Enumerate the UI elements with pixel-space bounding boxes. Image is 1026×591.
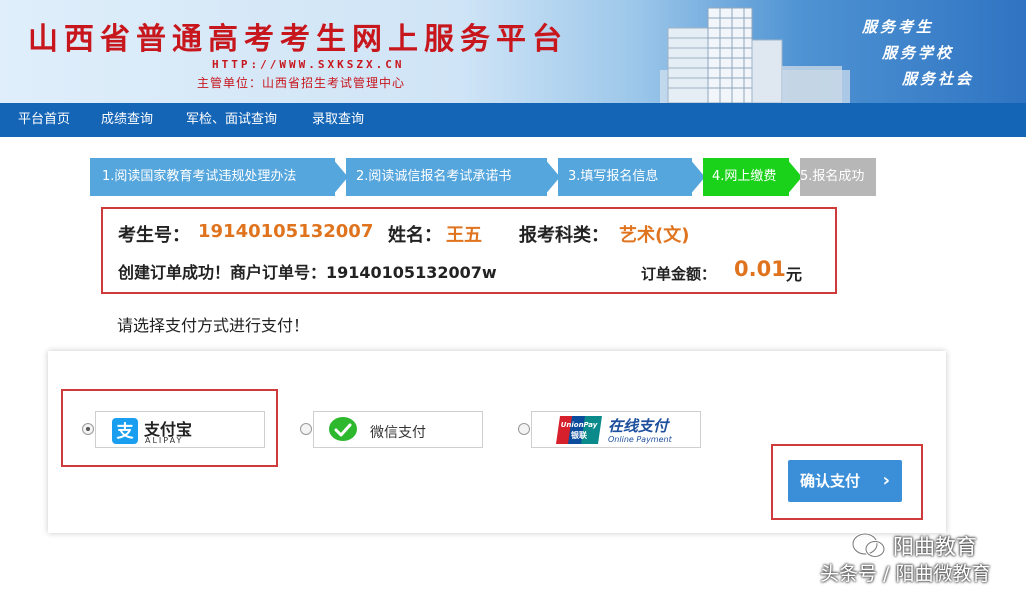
site-title: 山西省普通高考考生网上服务平台 (28, 22, 568, 57)
step-3: 3.填写报名信息 (558, 158, 692, 196)
svg-text:支: 支 (117, 421, 135, 442)
unionpay-label: 在线支付 (608, 417, 669, 435)
svg-text:银联: 银联 (570, 430, 587, 440)
wechat-radio[interactable] (300, 423, 312, 435)
watermark-subtitle: 头条号 / 阳曲微教育 (820, 563, 991, 585)
host-organization: 主管单位：山西省招生考试管理中心 (197, 76, 406, 90)
wechat-option[interactable]: 微信支付 (313, 411, 483, 448)
candidate-id-value: 19140105132007 (198, 221, 374, 242)
slogan-society: 服务社会 (902, 70, 975, 88)
slogan-schools: 服务学校 (882, 44, 955, 62)
category-value: 艺术(文) (619, 225, 690, 246)
unionpay-logo-icon: UnionPay 银联 (556, 416, 602, 444)
unionpay-radio[interactable] (518, 423, 530, 435)
svg-text:UnionPay: UnionPay (561, 421, 598, 429)
step-5: 5.报名成功 (800, 158, 876, 196)
step-4-current: 4.网上缴费 (703, 158, 789, 196)
step-2: 2.阅读诚信报名考试承诺书 (346, 158, 547, 196)
main-nav: 平台首页 成绩查询 军检、面试查询 录取查询 (0, 103, 1026, 137)
watermark-title: 阳曲教育 (893, 535, 977, 559)
amount-label: 订单金额： (641, 265, 717, 283)
nav-item-score-query[interactable]: 成绩查询 (101, 103, 153, 137)
payment-prompt: 请选择支付方式进行支付！ (117, 316, 310, 335)
confirm-payment-button[interactable]: 确认支付 › (788, 460, 902, 502)
alipay-icon: 支 (112, 418, 138, 444)
site-header: 山西省普通高考考生网上服务平台 HTTP://WWW.SXKSZX.CN 主管单… (0, 0, 1026, 103)
candidate-id-label: 考生号： (118, 225, 190, 246)
chevron-right-icon: › (882, 470, 890, 491)
category-label: 报考科类： (519, 225, 609, 246)
confirm-payment-label: 确认支付 (800, 472, 861, 490)
building-illustration (660, 7, 850, 103)
alipay-sublabel: ALIPAY (145, 436, 184, 445)
name-value: 王五 (446, 225, 482, 246)
site-url: HTTP://WWW.SXKSZX.CN (212, 58, 405, 71)
alipay-option[interactable]: 支 支付宝 ALIPAY (95, 411, 265, 448)
amount-value: 0.01 (734, 257, 786, 281)
order-success-message: 创建订单成功！商户订单号：19140105132007w (118, 263, 497, 282)
step-1: 1.阅读国家教育考试违规处理办法 (90, 158, 335, 196)
amount-unit: 元 (786, 265, 803, 284)
unionpay-sublabel: Online Payment (608, 435, 672, 444)
nav-item-admission-query[interactable]: 录取查询 (312, 103, 364, 137)
nav-item-home[interactable]: 平台首页 (18, 103, 70, 137)
slogan-students: 服务考生 (862, 18, 935, 36)
name-label: 姓名： (388, 225, 442, 246)
wechat-label: 微信支付 (370, 425, 426, 441)
wechat-pay-icon (329, 417, 357, 441)
payment-panel: 支 支付宝 ALIPAY 微信支付 UnionPay 银联 在线支付 Onlin… (48, 351, 946, 533)
order-info-box: 考生号： 19140105132007 姓名： 王五 报考科类： 艺术(文) 创… (101, 207, 837, 294)
alipay-radio[interactable] (82, 423, 94, 435)
wechat-watermark-icon (851, 532, 886, 558)
unionpay-option[interactable]: UnionPay 银联 在线支付 Online Payment (531, 411, 701, 448)
nav-item-military-interview-query[interactable]: 军检、面试查询 (186, 103, 277, 137)
